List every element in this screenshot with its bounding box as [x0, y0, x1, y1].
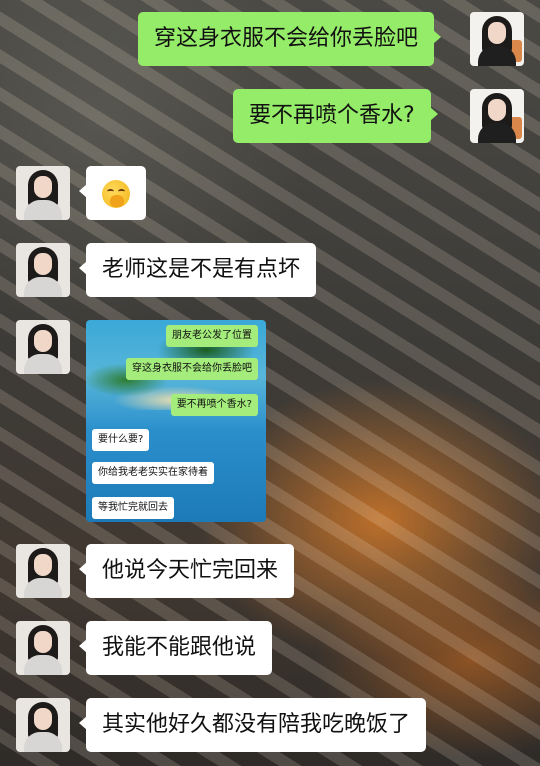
contact-avatar[interactable] [16, 320, 70, 374]
contact-avatar[interactable] [16, 243, 70, 297]
screenshot-message: 穿这身衣服不会给你丢脸吧 [126, 358, 258, 380]
message-bubble-received[interactable] [79, 166, 146, 220]
contact-avatar[interactable] [16, 544, 70, 598]
self-avatar[interactable] [470, 12, 524, 66]
message-text: 要不再喷个香水? [249, 103, 415, 128]
screenshot-message: 要什么要? [92, 429, 150, 451]
contact-avatar[interactable] [16, 621, 70, 675]
message-text: 他说今天忙完回来 [102, 558, 279, 583]
message-bubble-received[interactable]: 我能不能跟他说 [78, 621, 273, 675]
chat-screenshot-image[interactable]: 朋友老公发了位置 穿这身衣服不会给你丢脸吧 要不再喷个香水? 要什么要? 你给我… [86, 320, 266, 522]
screenshot-message: 朋友老公发了位置 [166, 325, 258, 347]
message-bubble-received[interactable]: 他说今天忙完回来 [78, 544, 295, 598]
screenshot-message: 你给我老老实实在家待着 [92, 462, 214, 484]
message-text: 我能不能跟他说 [102, 635, 257, 660]
message-text: 穿这身衣服不会给你丢脸吧 [154, 26, 419, 51]
message-text: 其实他好久都没有陪我吃晚饭了 [102, 712, 411, 737]
contact-avatar[interactable] [16, 698, 70, 752]
self-avatar[interactable] [470, 89, 524, 143]
message-bubble-received[interactable]: 其实他好久都没有陪我吃晚饭了 [78, 698, 427, 752]
screenshot-message: 等我忙完就回去 [92, 497, 174, 519]
message-bubble-sent[interactable]: 要不再喷个香水? [233, 89, 438, 143]
message-bubble-received[interactable]: 老师这是不是有点坏 [78, 243, 317, 297]
message-bubble-sent[interactable]: 穿这身衣服不会给你丢脸吧 [138, 12, 442, 66]
screenshot-message: 要不再喷个香水? [170, 394, 258, 416]
contact-avatar[interactable] [16, 166, 70, 220]
facepalm-emoji-icon [102, 180, 130, 208]
message-text: 老师这是不是有点坏 [102, 257, 301, 282]
